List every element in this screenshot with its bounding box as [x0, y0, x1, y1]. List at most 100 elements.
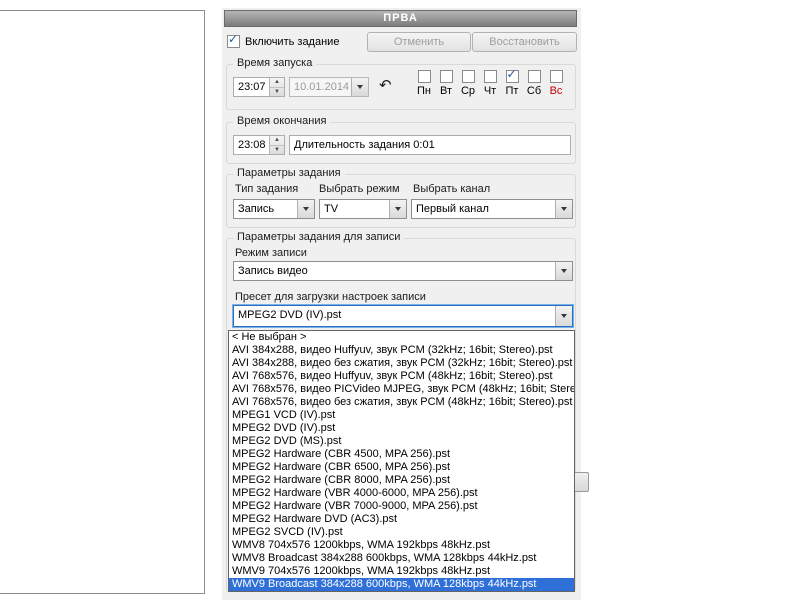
day-checkbox-Ср[interactable] — [462, 70, 475, 83]
task-type-combo[interactable]: Запись — [233, 199, 315, 219]
preset-list-item[interactable]: WMV8 704x576 1200kbps, WMA 192kbps 48kHz… — [229, 539, 574, 552]
record-mode-label: Режим записи — [235, 247, 307, 259]
enable-task-label: Включить задание — [245, 36, 339, 48]
preset-list-item[interactable]: MPEG2 Hardware (CBR 8000, MPA 256).pst — [229, 474, 574, 487]
chevron-down-icon — [357, 85, 363, 89]
spin-up-icon[interactable]: ▲ — [270, 78, 284, 87]
preset-list-item[interactable]: WMV9 Broadcast 384x288 600kbps, WMA 128k… — [229, 578, 574, 591]
spin-up-icon[interactable]: ▲ — [270, 136, 284, 145]
day-col-Вт: Вт — [435, 70, 457, 97]
task-params-group-label: Параметры задания — [233, 167, 345, 179]
task-type-label: Тип задания — [235, 183, 298, 195]
mode-value: TV — [320, 200, 389, 218]
chevron-down-icon — [561, 207, 567, 211]
check-icon: ✓ — [228, 32, 238, 46]
dropdown-button[interactable] — [555, 200, 572, 218]
preset-value: MPEG2 DVD (IV).pst — [234, 306, 555, 326]
spin-buttons[interactable]: ▲▼ — [269, 78, 284, 96]
day-col-Пт: ✓ Пт — [501, 70, 523, 97]
day-checkbox-Пн[interactable] — [418, 70, 431, 83]
day-checkbox-Чт[interactable] — [484, 70, 497, 83]
preset-list-item[interactable]: AVI 768x576, видео без сжатия, звук PCM … — [229, 396, 574, 409]
day-col-Чт: Чт — [479, 70, 501, 97]
preset-list-item[interactable]: WMV8 Broadcast 384x288 600kbps, WMA 128k… — [229, 552, 574, 565]
enable-task-checkbox[interactable]: ✓ — [227, 35, 240, 48]
date-dropdown-button[interactable] — [351, 78, 368, 96]
start-time-group-label: Время запуска — [233, 57, 316, 69]
start-date-combo[interactable]: 10.01.2014 — [289, 77, 369, 97]
day-col-Вс: Вс — [545, 70, 567, 97]
day-checkbox-Пт[interactable]: ✓ — [506, 70, 519, 83]
day-label: Сб — [527, 85, 541, 97]
panel-title: ПРВА — [224, 10, 577, 27]
record-params-group-label: Параметры задания для записи — [233, 231, 404, 243]
restore-button[interactable]: Восстановить — [472, 32, 577, 52]
preset-list-item[interactable]: MPEG2 Hardware (VBR 4000-6000, MPA 256).… — [229, 487, 574, 500]
task-panel: ПРВА ✓ Включить задание Отменить Восстан… — [222, 8, 581, 600]
start-time-group: Время запуска 23:07 ▲▼ 10.01.2014 ↶ ПнВт… — [226, 64, 576, 110]
preset-list-item[interactable]: AVI 384x288, видео без сжатия, звук PCM … — [229, 357, 574, 370]
day-label: Пн — [417, 85, 431, 97]
mode-label: Выбрать режим — [319, 183, 400, 195]
record-mode-value: Запись видео — [234, 262, 555, 280]
chevron-down-icon — [561, 314, 567, 318]
preset-list-item[interactable]: MPEG2 Hardware (CBR 6500, MPA 256).pst — [229, 461, 574, 474]
dropdown-button[interactable] — [555, 306, 572, 326]
mode-combo[interactable]: TV — [319, 199, 407, 219]
start-date-value: 10.01.2014 — [290, 78, 351, 96]
day-label: Чт — [484, 85, 496, 97]
preset-list-item[interactable]: MPEG2 DVD (MS).pst — [229, 435, 574, 448]
day-checkbox-Сб[interactable] — [528, 70, 541, 83]
end-time-group-label: Время окончания — [233, 115, 330, 127]
day-checkbox-Вт[interactable] — [440, 70, 453, 83]
preset-label: Пресет для загрузки настроек записи — [235, 291, 426, 303]
left-list-panel[interactable] — [0, 10, 205, 594]
spin-buttons[interactable]: ▲▼ — [269, 136, 284, 154]
days-row: Пн Вт Ср Чт ✓ Пт Сб Вс — [413, 70, 567, 97]
day-col-Пн: Пн — [413, 70, 435, 97]
start-time-spinner[interactable]: 23:07 ▲▼ — [233, 77, 285, 97]
preset-list-item[interactable]: MPEG1 VCD (IV).pst — [229, 409, 574, 422]
dropdown-button[interactable] — [297, 200, 314, 218]
dropdown-button[interactable] — [389, 200, 406, 218]
check-icon: ✓ — [507, 67, 517, 81]
day-label: Пт — [506, 85, 519, 97]
preset-list-item[interactable]: MPEG2 Hardware (VBR 7000-9000, MPA 256).… — [229, 500, 574, 513]
channel-combo[interactable]: Первый канал — [411, 199, 573, 219]
preset-list-item[interactable]: MPEG2 Hardware DVD (AC3).pst — [229, 513, 574, 526]
task-type-value: Запись — [234, 200, 297, 218]
preset-list-item[interactable]: AVI 384x288, видео Huffyuv, звук PCM (32… — [229, 344, 574, 357]
record-mode-combo[interactable]: Запись видео — [233, 261, 573, 281]
preset-combo[interactable]: MPEG2 DVD (IV).pst — [233, 305, 573, 327]
preset-list[interactable]: < Не выбран >AVI 384x288, видео Huffyuv,… — [228, 330, 575, 592]
preset-list-item[interactable]: AVI 768x576, видео PICVideo MJPEG, звук … — [229, 383, 574, 396]
dropdown-button[interactable] — [555, 262, 572, 280]
end-time-spinner[interactable]: 23:08 ▲▼ — [233, 135, 285, 155]
start-time-value: 23:07 — [234, 78, 269, 96]
task-params-group: Параметры задания Тип задания Выбрать ре… — [226, 174, 576, 228]
spin-down-icon[interactable]: ▼ — [270, 87, 284, 97]
cancel-button[interactable]: Отменить — [367, 32, 471, 52]
preset-list-item[interactable]: < Не выбран > — [229, 331, 574, 344]
day-col-Ср: Ср — [457, 70, 479, 97]
chevron-down-icon — [395, 207, 401, 211]
preset-list-item[interactable]: WMV9 704x576 1200kbps, WMA 192kbps 48kHz… — [229, 565, 574, 578]
duration-field[interactable]: Длительность задания 0:01 — [289, 135, 571, 155]
spin-down-icon[interactable]: ▼ — [270, 145, 284, 155]
day-col-Сб: Сб — [523, 70, 545, 97]
channel-value: Первый канал — [412, 200, 555, 218]
day-label: Вс — [550, 85, 563, 97]
end-time-value: 23:08 — [234, 136, 269, 154]
preset-list-item[interactable]: MPEG2 SVCD (IV).pst — [229, 526, 574, 539]
channel-label: Выбрать канал — [413, 183, 490, 195]
chevron-down-icon — [303, 207, 309, 211]
end-time-group: Время окончания 23:08 ▲▼ Длительность за… — [226, 122, 576, 164]
preset-list-item[interactable]: MPEG2 DVD (IV).pst — [229, 422, 574, 435]
undo-icon[interactable]: ↶ — [379, 78, 392, 93]
preset-list-item[interactable]: AVI 768x576, видео Huffyuv, звук PCM (48… — [229, 370, 574, 383]
chevron-down-icon — [561, 269, 567, 273]
day-checkbox-Вс[interactable] — [550, 70, 563, 83]
day-label: Ср — [461, 85, 475, 97]
preset-list-item[interactable]: MPEG2 Hardware (CBR 4500, MPA 256).pst — [229, 448, 574, 461]
day-label: Вт — [440, 85, 452, 97]
